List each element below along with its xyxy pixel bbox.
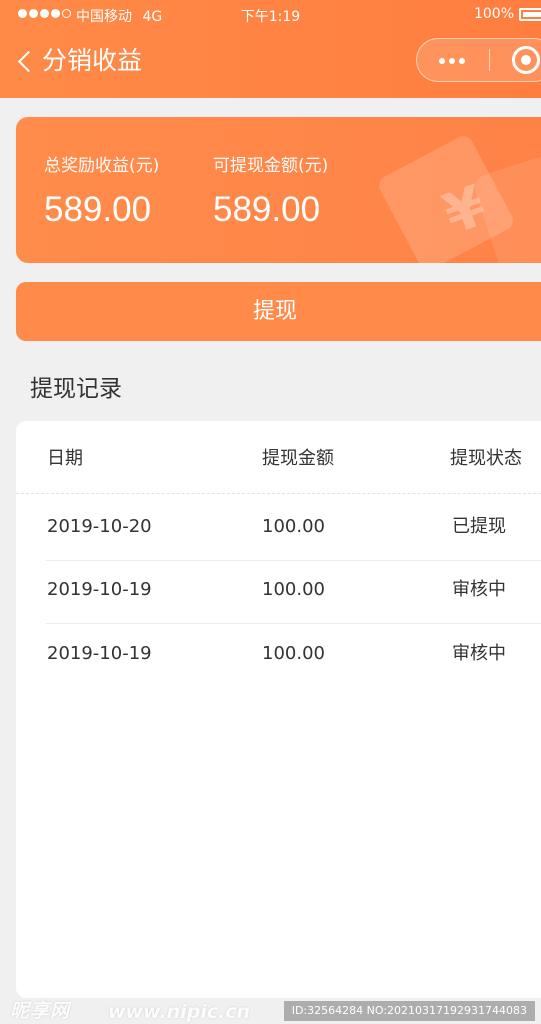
withdraw-button-label: 提现 [252,299,297,324]
watermark-strip: 昵享网 www.nipic.cn ID:32564284 NO:20210317… [0,998,541,1024]
total-earnings: 总奖励收益(元) 589.00 [44,153,159,233]
watermark-id: ID:32564284 NO:20210317192931744083 [283,1001,535,1021]
capsule-divider [489,49,490,71]
withdrawable-amount: 可提现金额(元) 589.00 [213,153,328,233]
table-row: 2019-10-20 100.00 已提现 [16,421,541,537]
battery-icon [519,8,541,21]
row-date: 2019-10-19 [47,643,152,664]
status-bar: 中国移动 4G 下午1:19 100% [0,0,541,30]
back-button[interactable] [14,44,36,78]
watermark-logo: 昵享网 [10,1000,71,1022]
battery-percent: 100% [473,6,514,22]
row-status: 审核中 [452,643,506,664]
records-table: 日期 提现金额 提现状态 2019-10-20 100.00 已提现 2019-… [16,421,541,998]
withdrawable-label: 可提现金额(元) [213,156,329,176]
records-title: 提现记录 [30,376,122,402]
app-header: 中国移动 4G 下午1:19 100% 分销收益 [0,0,541,98]
watermark-site: www.nipic.cn [108,1001,251,1023]
table-row: 2019-10-19 100.00 审核中 [16,484,541,600]
more-dots-icon[interactable] [439,58,465,64]
target-close-icon[interactable] [512,46,540,74]
row-amount: 100.00 [262,643,325,664]
mini-program-capsule [416,38,541,82]
row-divider [46,623,541,624]
withdrawable-value: 589.00 [213,190,321,229]
table-row: 2019-10-19 100.00 审核中 [16,548,541,664]
total-earnings-label: 总奖励收益(元) [44,156,160,176]
page-title: 分销收益 [42,46,143,75]
withdraw-button[interactable]: 提现 [16,282,541,341]
total-earnings-value: 589.00 [44,190,152,229]
earnings-card: ¥ 总奖励收益(元) 589.00 可提现金额(元) 589.00 [16,117,541,263]
status-time: 下午1:19 [240,9,301,25]
